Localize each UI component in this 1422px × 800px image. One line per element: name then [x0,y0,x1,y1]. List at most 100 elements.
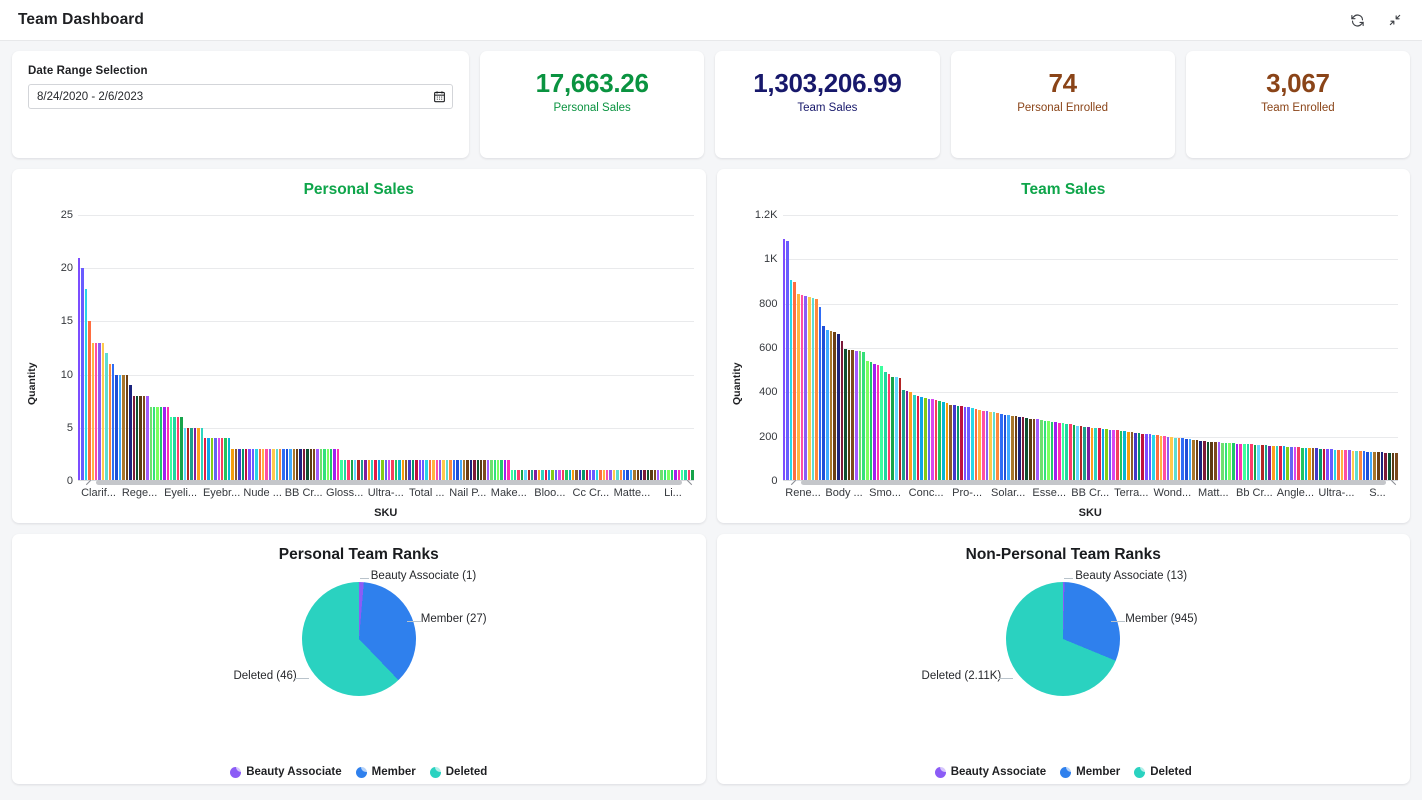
bar[interactable] [500,459,503,481]
bar[interactable] [88,321,91,481]
bar[interactable] [459,459,462,481]
bar[interactable] [869,362,873,481]
bar[interactable] [1351,450,1355,481]
bar[interactable] [377,459,381,481]
bar[interactable] [1239,443,1242,481]
bar[interactable] [1337,449,1340,481]
bar[interactable] [415,459,418,481]
bar[interactable] [1224,442,1228,481]
bar[interactable] [398,459,401,481]
bar[interactable] [387,459,391,481]
bar[interactable] [840,341,844,481]
bar[interactable] [217,438,221,481]
bar[interactable] [1199,440,1202,481]
bar[interactable] [469,459,473,481]
bar[interactable] [483,459,486,481]
bar[interactable] [445,459,449,481]
bar[interactable] [1355,450,1358,481]
bar[interactable] [285,449,289,481]
bar[interactable] [1290,446,1293,481]
bar[interactable] [952,405,956,481]
bar[interactable] [357,459,360,481]
bar[interactable] [282,449,285,481]
bar[interactable] [1246,444,1250,481]
bar[interactable] [347,459,350,481]
bar[interactable] [129,385,132,481]
bar[interactable] [829,331,833,481]
x-axis-scrollbar[interactable] [84,479,694,485]
bar[interactable] [1119,430,1123,481]
bar[interactable] [1369,451,1373,481]
bar[interactable] [275,449,278,481]
bar[interactable] [844,349,847,481]
bar[interactable] [1018,416,1021,481]
bar[interactable] [1308,447,1311,481]
bar[interactable] [289,449,292,481]
bar[interactable] [173,417,176,481]
bar[interactable] [1010,415,1014,481]
bar[interactable] [1137,433,1141,481]
bar[interactable] [1126,431,1130,481]
bar[interactable] [490,459,493,481]
bar[interactable] [822,325,825,481]
bar[interactable] [818,307,822,481]
bar[interactable] [255,449,258,481]
bar[interactable] [125,374,129,481]
bar[interactable] [880,365,883,481]
bar[interactable] [1155,435,1159,481]
bar[interactable] [452,459,456,481]
bar[interactable] [309,449,313,481]
bar[interactable] [268,449,272,481]
bar[interactable] [1174,437,1177,481]
date-range-input[interactable]: 8/24/2020 - 2/6/2023 [28,84,453,109]
bar[interactable] [1090,427,1094,481]
bar[interactable] [1329,449,1333,481]
bar[interactable] [152,406,156,481]
bar[interactable] [1210,442,1213,481]
bar[interactable] [865,361,869,481]
bar[interactable] [858,351,862,481]
bar[interactable] [916,395,920,481]
bar[interactable] [811,298,815,481]
bar[interactable] [902,390,905,481]
bar[interactable] [1362,451,1366,481]
bar[interactable] [862,352,865,481]
bar[interactable] [112,363,115,481]
bar[interactable] [244,449,248,481]
bar[interactable] [1159,435,1163,481]
bar[interactable] [909,392,912,481]
bar[interactable] [176,417,180,481]
bar[interactable] [1050,421,1054,481]
bar[interactable] [847,349,851,481]
bar[interactable] [1043,420,1047,481]
bar[interactable] [1032,418,1036,481]
bar[interactable] [1203,441,1206,481]
bar[interactable] [1366,451,1369,481]
bar[interactable] [197,427,200,481]
bar[interactable] [942,402,945,481]
bar[interactable] [296,449,299,481]
bar[interactable] [782,239,786,481]
bar[interactable] [898,377,902,481]
bar[interactable] [855,350,858,481]
bar[interactable] [1134,432,1137,481]
legend-item[interactable]: Member [1060,766,1120,778]
bar[interactable] [234,449,238,481]
bar[interactable] [466,459,469,481]
bar[interactable] [1130,432,1134,481]
bar[interactable] [292,449,295,481]
bar[interactable] [101,342,105,481]
bar[interactable] [1039,420,1043,481]
bar[interactable] [1217,442,1221,481]
bar[interactable] [374,459,377,481]
bar[interactable] [326,449,330,481]
bar[interactable] [1297,447,1300,481]
bar[interactable] [1373,451,1376,481]
bar[interactable] [142,395,146,481]
bar[interactable] [248,449,251,481]
scroll-handle-left[interactable] [84,478,93,487]
bar[interactable] [241,449,244,481]
bar[interactable] [836,333,840,481]
bar[interactable] [934,400,938,481]
scroll-track[interactable] [96,479,682,485]
